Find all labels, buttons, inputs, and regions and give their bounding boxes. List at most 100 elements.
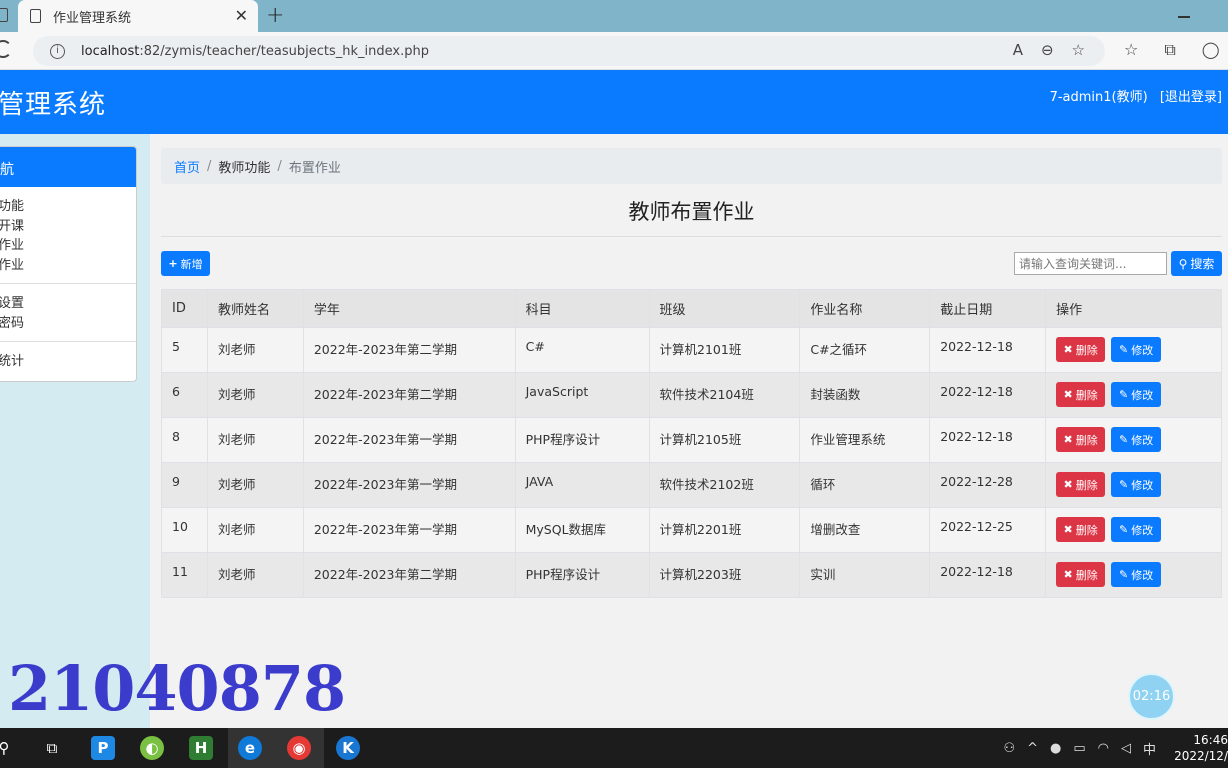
- hbuilder-app-icon[interactable]: H: [189, 736, 213, 760]
- task-view-icon[interactable]: ⧉: [40, 736, 64, 760]
- column-header: 截止日期: [929, 289, 1047, 328]
- edit-button[interactable]: ✎ 修改: [1111, 382, 1162, 407]
- cell-actions: ✖ 删除 ✎ 修改: [1045, 552, 1222, 598]
- nav-item-grade-homework[interactable]: 作业: [0, 256, 136, 276]
- column-header: 操作: [1045, 289, 1222, 328]
- edit-button[interactable]: ✎ 修改: [1111, 427, 1162, 452]
- cell-id: 6: [161, 372, 208, 418]
- nav-item-assign-homework[interactable]: 作业: [0, 236, 136, 256]
- cell-actions: ✖ 删除 ✎ 修改: [1045, 327, 1222, 373]
- read-aloud-icon[interactable]: A: [1013, 41, 1023, 59]
- minimize-icon[interactable]: [1178, 16, 1190, 18]
- favorite-add-icon[interactable]: ☆: [1072, 41, 1085, 59]
- delete-button[interactable]: ✖ 删除: [1056, 427, 1106, 452]
- url-field[interactable]: i localhost:82/zymis/teacher/teasubjects…: [33, 36, 1105, 66]
- tray-chevron-icon[interactable]: ^: [1027, 741, 1038, 756]
- table-header-row: ID 教师姓名 学年 科目 班级 作业名称 截止日期 操作: [161, 289, 1222, 328]
- ime-indicator[interactable]: 中: [1143, 739, 1156, 758]
- table-body: 5 刘老师 2022年-2023年第二学期 C# 计算机2101班 C#之循环 2022-1…: [161, 327, 1222, 598]
- pencil-icon: ✎: [1118, 523, 1129, 536]
- delete-button[interactable]: ✖ 删除: [1056, 472, 1106, 497]
- edit-button[interactable]: ✎ 修改: [1111, 562, 1162, 587]
- nav-item-courses[interactable]: 开课: [0, 217, 136, 237]
- edit-button[interactable]: ✎ 修改: [1111, 472, 1162, 497]
- column-header: 科目: [514, 289, 650, 328]
- cell-deadline: 2022-12-18: [929, 552, 1047, 598]
- search-button[interactable]: ⚲ 搜索: [1171, 251, 1222, 276]
- column-header: 教师姓名: [206, 289, 304, 328]
- cell-actions: ✖ 删除 ✎ 修改: [1045, 462, 1222, 508]
- taskbar: ⚲ ⧉ P ◐ H e ◉ K ⚇ ^ ● ▭ ◠ ◁ 中 16:46 2022…: [0, 728, 1228, 768]
- tab-close-icon[interactable]: ✕: [235, 6, 248, 25]
- clock[interactable]: 16:46 2022/12/: [1168, 732, 1228, 764]
- nav-item-settings[interactable]: 设置: [0, 294, 136, 314]
- breadcrumb-teacher-functions: 教师功能: [218, 160, 271, 176]
- cell-homework: 循环: [799, 462, 931, 508]
- column-header: 学年: [302, 289, 516, 328]
- table-row: 8 刘老师 2022年-2023年第一学期 PHP程序设计 计算机2105班 作业管理系统…: [161, 417, 1222, 463]
- times-icon: ✖: [1063, 388, 1073, 401]
- nav-item-teacher-functions[interactable]: 功能: [0, 197, 136, 217]
- reload-icon[interactable]: [0, 40, 12, 58]
- pencil-icon: ✎: [1118, 343, 1129, 356]
- cell-id: 5: [161, 327, 208, 373]
- delete-button[interactable]: ✖ 删除: [1056, 517, 1106, 542]
- watermark-number: 21040878: [8, 652, 346, 725]
- edit-button[interactable]: ✎ 修改: [1111, 337, 1162, 362]
- chrome-app-icon[interactable]: ◉: [287, 736, 311, 760]
- cell-id: 10: [161, 507, 208, 553]
- qq-icon[interactable]: ●: [1050, 741, 1061, 756]
- edge-app-icon[interactable]: e: [238, 736, 262, 760]
- times-icon: ✖: [1063, 433, 1073, 446]
- cell-year: 2022年-2023年第二学期: [302, 372, 516, 418]
- cell-subject: PHP程序设计: [514, 552, 650, 598]
- people-icon[interactable]: ⚇: [1003, 741, 1015, 756]
- delete-button[interactable]: ✖ 删除: [1056, 337, 1106, 362]
- breadcrumb-separator: /: [277, 158, 282, 174]
- recording-timer[interactable]: 02:16: [1128, 673, 1175, 720]
- cell-actions: ✖ 删除 ✎ 修改: [1045, 507, 1222, 553]
- search-icon[interactable]: ⚲: [0, 736, 16, 760]
- cell-subject: JAVA: [514, 462, 650, 508]
- site-info-icon[interactable]: i: [50, 43, 65, 59]
- battery-icon[interactable]: ▭: [1073, 741, 1085, 756]
- cell-id: 9: [161, 462, 208, 508]
- collections-icon[interactable]: ⧉: [1164, 40, 1175, 60]
- address-bar-row: i localhost:82/zymis/teacher/teasubjects…: [0, 32, 1228, 70]
- delete-button[interactable]: ✖ 删除: [1056, 562, 1106, 587]
- new-tab-button[interactable]: +: [266, 3, 284, 28]
- breadcrumb-home[interactable]: 首页: [174, 157, 200, 176]
- tab-title: 作业管理系统: [53, 10, 132, 26]
- cell-deadline: 2022-12-18: [929, 372, 1047, 418]
- logout-link[interactable]: [退出登录]: [1160, 90, 1222, 105]
- nav-group-settings: 设置 密码: [0, 284, 136, 342]
- browser-tab[interactable]: 作业管理系统 ✕: [18, 0, 258, 32]
- column-header: ID: [161, 289, 208, 328]
- volume-icon[interactable]: ◁: [1121, 741, 1131, 756]
- breadcrumb: 首页 / 教师功能 / 布置作业: [161, 148, 1222, 184]
- previous-tab-icon[interactable]: [0, 8, 8, 22]
- app-icon[interactable]: ◐: [140, 736, 164, 760]
- cell-deadline: 2022-12-18: [929, 417, 1047, 463]
- cell-teacher: 刘老师: [206, 372, 304, 418]
- cell-homework: 作业管理系统: [799, 417, 931, 463]
- add-button[interactable]: + 新增: [161, 251, 210, 276]
- profile-icon[interactable]: ◯: [1202, 40, 1220, 60]
- pycharm-app-icon[interactable]: P: [91, 736, 115, 760]
- favorites-icon[interactable]: ☆: [1124, 40, 1138, 60]
- edit-button[interactable]: ✎ 修改: [1111, 517, 1162, 542]
- cell-year: 2022年-2023年第一学期: [302, 462, 516, 508]
- pencil-icon: ✎: [1118, 478, 1129, 491]
- cell-deadline: 2022-12-25: [929, 507, 1047, 553]
- page-icon: [30, 9, 41, 23]
- times-icon: ✖: [1063, 523, 1073, 536]
- kugou-app-icon[interactable]: K: [336, 736, 360, 760]
- search-input[interactable]: [1014, 252, 1167, 275]
- delete-button[interactable]: ✖ 删除: [1056, 382, 1106, 407]
- nav-item-statistics[interactable]: 统计: [0, 352, 136, 372]
- wifi-icon[interactable]: ◠: [1098, 741, 1109, 756]
- pencil-icon: ✎: [1118, 388, 1129, 401]
- homework-table: ID 教师姓名 学年 科目 班级 作业名称 截止日期 操作 5 刘老师 2022年-…: [161, 289, 1222, 598]
- zoom-icon[interactable]: ⊖: [1041, 41, 1054, 59]
- nav-item-password[interactable]: 密码: [0, 314, 136, 334]
